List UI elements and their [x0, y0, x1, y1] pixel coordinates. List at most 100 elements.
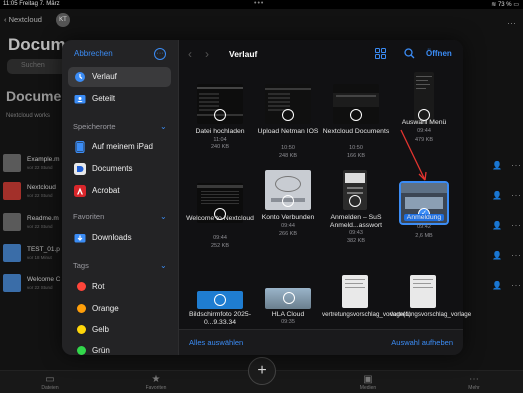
file-thumbnail [197, 84, 243, 124]
selected-file-name: Anmeldung [403, 214, 445, 221]
documents-app-icon [74, 163, 86, 175]
list-item[interactable]: Readme.m vor 22 Stund [3, 213, 63, 237]
more-icon[interactable]: ··· [511, 280, 522, 290]
select-circle-icon[interactable] [282, 109, 294, 121]
ipad-icon [75, 141, 85, 153]
page-title: Docum [8, 35, 66, 54]
annotation-arrow [400, 129, 427, 181]
sidebar-item-downloads[interactable]: Downloads [68, 228, 171, 248]
section-tags[interactable]: Tags [73, 261, 89, 270]
tab-files[interactable]: ▭ Dateien [30, 374, 70, 391]
picker-footer: Alles auswählen Auswahl aufheben [179, 329, 463, 355]
file-item-selected[interactable]: ✓ Anmeldung 09:42 2,6 MB [390, 181, 458, 283]
more-icon[interactable]: ··· [511, 190, 522, 200]
file-thumbnail [265, 170, 311, 210]
section-locations[interactable]: Speicherorte [73, 122, 116, 131]
status-battery: ≋ 73 % ▭ [491, 2, 519, 8]
tab-media[interactable]: ▣ Medien [348, 374, 388, 391]
list-item[interactable]: Nextcloud vor 22 Stund [3, 182, 63, 206]
share-icon[interactable]: 👤 [492, 251, 502, 260]
file-thumbnail [197, 291, 243, 309]
back-button[interactable]: ‹ Nextcloud [4, 15, 42, 24]
search-input[interactable]: Suchen [7, 59, 67, 74]
sidebar-item-recents[interactable]: Verlauf [68, 67, 171, 87]
file-item[interactable]: Konto Verbunden 09:44 266 KB [254, 170, 322, 270]
select-circle-icon[interactable] [282, 195, 294, 207]
deselect-button[interactable]: Auswahl aufheben [391, 338, 453, 347]
file-item[interactable]: Anmelden – SuS Anmeld...asswort 09:43 38… [322, 170, 390, 270]
grid-view-icon[interactable] [375, 48, 386, 59]
folder-title: Verlauf [229, 49, 258, 59]
select-circle-icon[interactable] [349, 195, 361, 207]
tab-favorites[interactable]: ★ Favoriten [136, 374, 176, 391]
file-thumbnail [410, 275, 436, 308]
sidebar-item-tag-red[interactable]: Rot [68, 277, 171, 297]
file-item[interactable]: Upload Netman IOS 10:50 248 KB [254, 84, 322, 184]
file-item[interactable]: Nextcloud Documents 10:50 166 KB [322, 84, 390, 184]
pdf-icon [3, 182, 21, 200]
acrobat-icon [74, 185, 86, 197]
status-bar: 11:05 Freitag 7. März ••• ≋ 73 % ▭ [0, 0, 523, 9]
more-icon: ⋯ [469, 374, 479, 385]
file-item[interactable]: Datei hochladen 11:04 240 KB [186, 84, 254, 184]
photo-icon: ▣ [363, 374, 373, 385]
list-item[interactable]: Welcome C vor 22 Stund [3, 274, 63, 298]
status-time: 11:05 Freitag 7. März [3, 1, 60, 7]
clock-icon [75, 72, 85, 82]
chevron-right-icon[interactable]: › [205, 47, 209, 61]
more-icon[interactable]: ··· [154, 48, 166, 60]
file-item[interactable]: Welcome to Nextcloud 09:44 252 KB [186, 183, 254, 283]
file-thumbnail [342, 275, 368, 308]
file-item[interactable]: vertretungsvorschlag_vorlage(1) [322, 275, 411, 375]
shared-folder-icon [74, 95, 86, 104]
list-item[interactable]: Example.m vor 22 Stund [3, 154, 63, 178]
orange-tag-dot [77, 304, 86, 313]
share-icon[interactable]: 👤 [492, 161, 502, 170]
chevron-down-icon[interactable]: ⌄ [160, 122, 167, 131]
chevron-down-icon[interactable]: ⌄ [160, 212, 167, 221]
file-thumbnail [414, 72, 434, 124]
sidebar-item-on-my-ipad[interactable]: Auf meinem iPad [68, 137, 171, 157]
chevron-down-icon[interactable]: ⌄ [160, 261, 167, 270]
chevron-left-icon[interactable]: ‹ [188, 47, 192, 61]
file-thumbnail [333, 84, 379, 124]
more-icon[interactable]: ··· [507, 18, 516, 28]
sidebar-item-tag-orange[interactable]: Orange [68, 299, 171, 319]
sidebar-item-tag-yellow[interactable]: Gelb [68, 320, 171, 340]
file-icon [3, 154, 21, 172]
red-tag-dot [77, 282, 86, 291]
avatar[interactable]: KT [56, 13, 70, 27]
open-button[interactable]: Öffnen [426, 49, 452, 58]
sidebar-item-acrobat[interactable]: Acrobat [68, 181, 171, 201]
picker-sidebar: Abbrechen ··· Verlauf Geteilt Speicheror… [62, 40, 179, 355]
tab-more[interactable]: ⋯ Mehr [454, 374, 494, 391]
sidebar-item-shared[interactable]: Geteilt [68, 89, 171, 109]
multitask-dots[interactable]: ••• [254, 0, 264, 7]
more-icon[interactable]: ··· [511, 250, 522, 260]
select-all-button[interactable]: Alles auswählen [189, 338, 243, 347]
more-icon[interactable]: ··· [511, 220, 522, 230]
sidebar-item-documents[interactable]: Documents [68, 159, 171, 179]
cancel-button[interactable]: Abbrechen [74, 49, 113, 58]
sidebar-item-tag-green[interactable]: Grün [68, 341, 171, 355]
yellow-tag-dot [77, 325, 86, 334]
select-circle-icon[interactable] [214, 109, 226, 121]
file-thumbnail [343, 170, 367, 210]
section-favorites[interactable]: Favoriten [73, 212, 104, 221]
search-icon[interactable] [404, 48, 415, 59]
green-tag-dot [77, 346, 86, 355]
section-caption: Nextcloud works [6, 113, 51, 119]
star-icon: ★ [151, 374, 161, 385]
folder-icon: ▭ [45, 374, 55, 385]
select-circle-icon[interactable] [350, 109, 362, 121]
share-icon[interactable]: 👤 [492, 191, 502, 200]
section-title: Documen [6, 88, 70, 104]
file-thumbnail [265, 288, 311, 309]
more-icon[interactable]: ··· [511, 160, 522, 170]
download-folder-icon [74, 234, 86, 243]
list-item[interactable]: TEST_01.p vor 18 Minut [3, 244, 63, 268]
file-icon [3, 213, 21, 231]
share-icon[interactable]: 👤 [492, 221, 502, 230]
share-icon[interactable]: 👤 [492, 281, 502, 290]
file-item[interactable]: vertretungsvorschlag_vorlage [390, 275, 471, 375]
